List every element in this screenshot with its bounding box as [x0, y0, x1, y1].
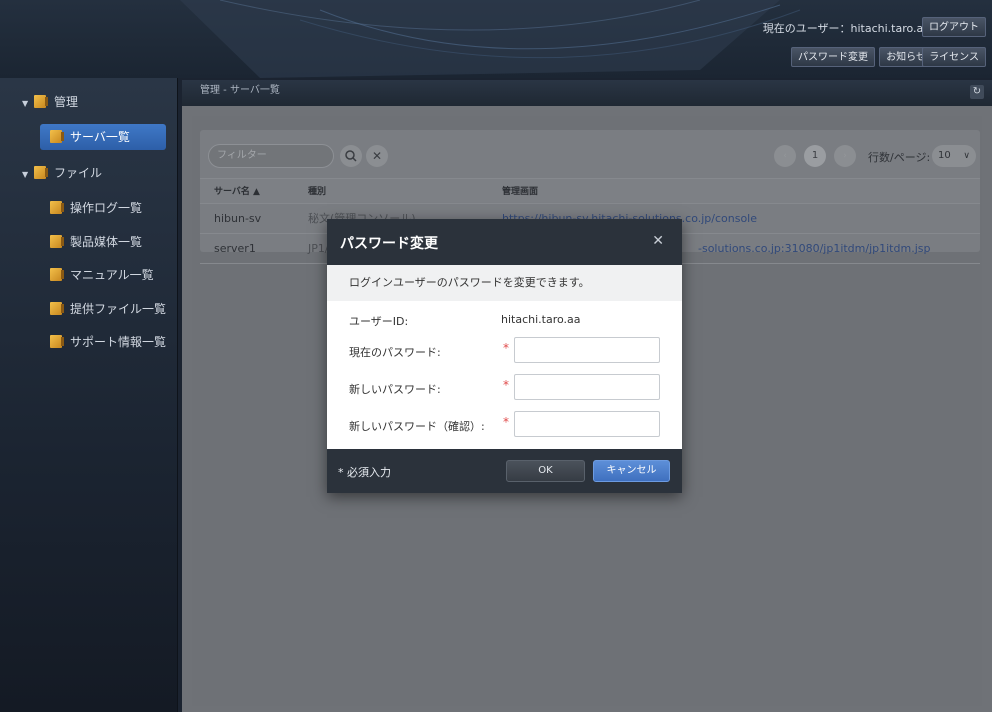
sidebar-item-operation-logs[interactable]: 操作ログ一覧: [50, 195, 175, 221]
current-user-label: 現在のユーザー：: [762, 22, 851, 35]
required-note: * 必須入力: [338, 466, 391, 479]
sidebar-item-provided-files[interactable]: 提供ファイル一覧: [50, 296, 175, 322]
sidebar-item-label: ファイル: [54, 166, 103, 180]
breadcrumb: 管理 - サーバ一覧 ↻: [182, 80, 992, 106]
next-page-icon[interactable]: ›: [834, 145, 856, 167]
required-mark: *: [503, 378, 509, 392]
current-password-field[interactable]: [514, 337, 660, 363]
sidebar-item-label: 製品媒体一覧: [70, 235, 143, 249]
rows-per-page-label: 行数/ページ:: [868, 151, 931, 164]
sidebar-item-manuals[interactable]: マニュアル一覧: [50, 262, 175, 288]
change-password-dialog: パスワード変更 ✕ ログインユーザーのパスワードを変更できます。 ユーザーID:…: [327, 219, 682, 493]
dialog-header: パスワード変更 ✕: [327, 219, 682, 265]
server-type-cell: JP1/: [308, 242, 329, 255]
folder-icon: [50, 268, 64, 281]
close-icon[interactable]: ✕: [652, 233, 664, 249]
new-password-label: 新しいパスワード:: [349, 383, 441, 396]
app-header: 現在のユーザー：hitachi.taro.aa ログアウト パスワード変更 お知…: [0, 0, 992, 78]
sidebar-item-label: 管理: [54, 95, 79, 109]
folder-icon: [50, 130, 64, 143]
folder-icon: [50, 201, 64, 214]
folder-icon: [34, 95, 48, 108]
table-header: サーバ名 ▲ 種別 管理画面: [200, 178, 980, 204]
sidebar-item-label: マニュアル一覧: [70, 268, 154, 282]
license-button[interactable]: ライセンス: [922, 47, 986, 67]
sidebar-item-label: 操作ログ一覧: [70, 201, 143, 215]
server-name-cell: hibun-sv: [214, 212, 262, 225]
sidebar-item-label: 提供ファイル一覧: [70, 302, 167, 316]
ok-button[interactable]: OK: [506, 460, 585, 482]
dialog-footer: * 必須入力 OK キャンセル: [327, 449, 682, 493]
rows-per-page-value: 10: [938, 150, 951, 161]
refresh-icon[interactable]: ↻: [970, 85, 984, 99]
sidebar-item-label: サポート情報一覧: [70, 335, 167, 349]
user-id-label: ユーザーID:: [349, 315, 409, 328]
clear-icon[interactable]: ✕: [366, 145, 388, 167]
sidebar-item-product-media[interactable]: 製品媒体一覧: [50, 229, 175, 255]
folder-icon: [34, 166, 48, 179]
admin-url-link[interactable]: -solutions.co.jp:31080/jp1itdm/jp1itdm.j…: [698, 234, 930, 264]
current-page-button[interactable]: 1: [804, 145, 826, 167]
required-mark: *: [503, 341, 509, 355]
user-id-value: hitachi.taro.aa: [501, 313, 581, 326]
sidebar-item-label: サーバ一覧: [70, 130, 130, 144]
current-password-label: 現在のパスワード:: [349, 346, 441, 359]
cancel-button[interactable]: キャンセル: [593, 460, 670, 482]
sidebar-item-server-list[interactable]: サーバ一覧: [40, 124, 166, 150]
new-password-field[interactable]: [514, 374, 660, 400]
sidebar-group-admin[interactable]: ▼ 管理: [22, 89, 172, 115]
column-header-admin-url[interactable]: 管理画面: [502, 179, 538, 205]
expand-caret-icon: ▼: [22, 170, 29, 179]
folder-icon: [50, 302, 64, 315]
logout-button[interactable]: ログアウト: [922, 17, 986, 37]
required-mark: *: [503, 415, 509, 429]
current-user-name: hitachi.taro.aa: [850, 22, 930, 35]
change-password-button[interactable]: パスワード変更: [791, 47, 875, 67]
current-user-text: 現在のユーザー：hitachi.taro.aa: [763, 20, 930, 36]
sidebar-group-files[interactable]: ▼ ファイル: [22, 160, 172, 186]
column-header-type[interactable]: 種別: [308, 179, 326, 205]
sidebar: ▼ 管理 サーバ一覧 ▼ ファイル 操作ログ一覧 製品媒体一覧 マニュアル一覧 提供…: [0, 78, 178, 712]
rows-per-page-select[interactable]: 10 ∨: [932, 145, 976, 167]
search-icon[interactable]: [340, 145, 362, 167]
confirm-password-field[interactable]: [514, 411, 660, 437]
expand-caret-icon: ▼: [22, 99, 29, 108]
chevron-down-icon: ∨: [963, 151, 970, 161]
folder-icon: [50, 335, 64, 348]
confirm-password-label: 新しいパスワード（確認）:: [349, 420, 485, 433]
folder-icon: [50, 235, 64, 248]
filter-input[interactable]: フィルター: [208, 144, 334, 168]
dialog-title: パスワード変更: [340, 236, 438, 252]
breadcrumb-text: 管理 - サーバ一覧: [200, 85, 280, 96]
sidebar-item-support-info[interactable]: サポート情報一覧: [50, 329, 175, 355]
dialog-description: ログインユーザーのパスワードを変更できます。: [327, 265, 682, 301]
server-name-cell: server1: [214, 242, 256, 255]
column-header-server-name[interactable]: サーバ名 ▲: [214, 179, 260, 205]
prev-page-icon[interactable]: ‹: [774, 145, 796, 167]
